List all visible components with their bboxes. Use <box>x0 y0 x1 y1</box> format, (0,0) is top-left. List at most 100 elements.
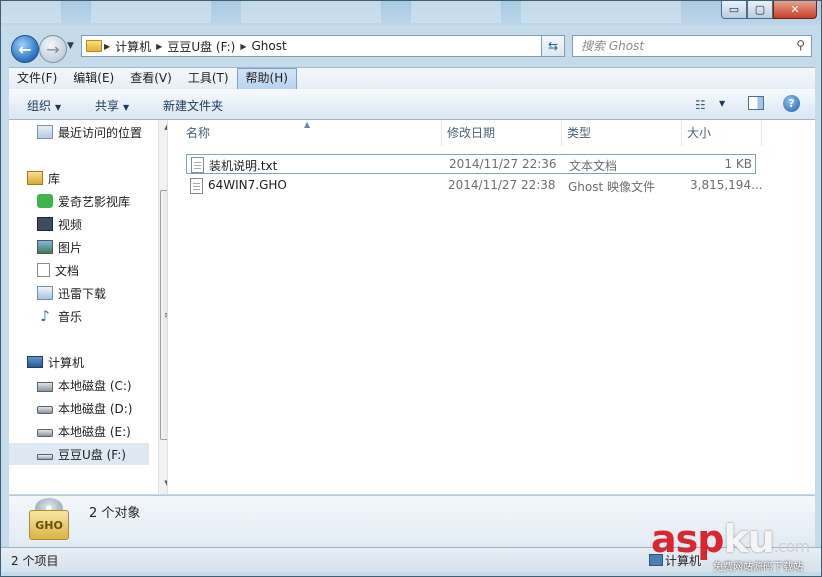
view-list-icon[interactable]: ☷ <box>695 98 706 112</box>
recent-pages-dropdown[interactable]: ▼ <box>67 41 74 51</box>
menu-bar: 文件(F) 编辑(E) 查看(V) 工具(T) 帮助(H) <box>9 67 815 90</box>
column-header-date[interactable]: 修改日期 <box>447 120 557 146</box>
arrow-right-icon: → <box>46 39 60 59</box>
organize-button[interactable]: 组织 ▼ <box>27 97 61 114</box>
selected-count: 2 个对象 <box>89 506 141 521</box>
usb-drive-icon <box>37 453 53 460</box>
chevron-down-icon: ▼ <box>123 103 130 112</box>
forward-button[interactable]: → <box>39 35 67 63</box>
file-date: 2014/11/27 22:38 <box>448 178 556 192</box>
watermark-com: .com <box>773 537 810 556</box>
column-header-name[interactable]: 名称 <box>186 120 436 146</box>
hard-drive-icon <box>37 406 53 414</box>
sidebar-item-xunlei[interactable]: 迅雷下载 <box>37 282 106 304</box>
file-date: 2014/11/27 22:36 <box>449 157 557 171</box>
share-button[interactable]: 共享 ▼ <box>95 97 129 114</box>
column-header-size[interactable]: 大小 <box>687 120 757 146</box>
watermark-asp: asp <box>651 517 724 561</box>
watermark-ku: ku <box>723 517 774 561</box>
sidebar-item-label: 迅雷下载 <box>58 286 107 301</box>
back-button[interactable]: ← <box>11 35 39 63</box>
sidebar-item-drive-d[interactable]: 本地磁盘 (D:) <box>37 397 132 419</box>
chevron-down-icon[interactable]: ▼ <box>719 99 725 108</box>
sidebar-item-label: 文档 <box>55 263 80 278</box>
search-icon[interactable]: ⚲ <box>796 38 805 52</box>
new-folder-button[interactable]: 新建文件夹 <box>163 97 223 114</box>
computer-icon <box>27 356 43 368</box>
sidebar-item-label: 音乐 <box>58 309 83 324</box>
chevron-right-icon[interactable]: ▶ <box>154 42 164 51</box>
chevron-right-icon[interactable]: ▶ <box>238 42 248 51</box>
menu-help[interactable]: 帮助(H) <box>236 68 297 90</box>
share-label: 共享 <box>95 99 120 113</box>
refresh-button[interactable]: ⇆ <box>541 35 565 57</box>
sidebar-item-label: 计算机 <box>48 355 85 370</box>
sidebar-item-computer[interactable]: 计算机 <box>27 351 84 373</box>
chevron-down-icon: ▼ <box>55 103 62 112</box>
library-icon <box>27 171 43 185</box>
sidebar-item-label: 本地磁盘 (D:) <box>58 401 133 416</box>
maximize-button[interactable]: ▢ <box>747 1 773 19</box>
file-list: ▲ 名称 修改日期 类型 大小 装机说明.txt 2014/11/27 22:3… <box>167 120 815 494</box>
sidebar-item-label: 最近访问的位置 <box>58 125 143 140</box>
sidebar-item-label: 本地磁盘 (C:) <box>58 378 132 393</box>
sidebar-item-drive-f[interactable]: 豆豆U盘 (F:) <box>9 443 149 465</box>
download-folder-icon <box>37 286 53 300</box>
title-bar[interactable]: ▭ ▢ ✕ <box>1 1 821 25</box>
sidebar-item-label: 视频 <box>58 217 83 232</box>
minimize-button[interactable]: ▭ <box>721 1 747 19</box>
video-icon <box>37 217 53 231</box>
menu-file[interactable]: 文件(F) <box>9 68 65 90</box>
iqiyi-icon <box>37 194 53 208</box>
refresh-icon: ⇆ <box>547 39 559 53</box>
file-name: 装机说明.txt <box>209 159 278 173</box>
file-row[interactable]: 64WIN7.GHO 2014/11/27 22:38 Ghost 映像文件 3… <box>186 176 763 196</box>
sidebar-item-recent[interactable]: 最近访问的位置 <box>37 121 142 143</box>
sidebar-item-label: 库 <box>48 171 61 186</box>
picture-icon <box>37 240 53 254</box>
file-row[interactable]: 装机说明.txt 2014/11/27 22:36 文本文档 1 KB <box>186 154 756 174</box>
preview-pane-button[interactable] <box>748 96 764 110</box>
close-button[interactable]: ✕ <box>773 1 817 19</box>
breadcrumb-computer[interactable]: 计算机 <box>112 38 154 55</box>
sidebar-item-library[interactable]: 库 <box>27 167 60 189</box>
menu-edit[interactable]: 编辑(E) <box>65 68 122 90</box>
help-button[interactable]: ? <box>783 95 800 112</box>
sidebar-item-drive-c[interactable]: 本地磁盘 (C:) <box>37 374 132 396</box>
sidebar-item-iqiyi[interactable]: 爱奇艺影视库 <box>37 190 130 212</box>
scrollbar-thumb[interactable]: ≡ <box>160 190 167 440</box>
sidebar-item-drive-e[interactable]: 本地磁盘 (E:) <box>37 420 131 442</box>
sidebar-scrollbar[interactable]: ▲ ≡ ▼ <box>158 120 167 494</box>
column-header-type[interactable]: 类型 <box>567 120 677 146</box>
recent-places-icon <box>37 125 53 139</box>
navigation-bar: ← → ▼ ▶ 计算机 ▶ 豆豆U盘 (F:) ▶ Ghost ⇆ ⚲ <box>1 25 821 67</box>
sidebar-item-documents[interactable]: 文档 <box>37 259 79 281</box>
navigation-pane: 最近访问的位置 库 爱奇艺影视库 视频 图片 文档 迅雷下载 ♪ 音乐 计算机 … <box>9 120 167 494</box>
sidebar-item-pictures[interactable]: 图片 <box>37 236 82 258</box>
file-size: 1 KB <box>724 157 752 171</box>
sidebar-item-label: 图片 <box>58 240 83 255</box>
menu-tools[interactable]: 工具(T) <box>180 68 237 90</box>
command-bar: 组织 ▼ 共享 ▼ 新建文件夹 ☷ ▼ ? <box>9 89 815 120</box>
sidebar-item-label: 本地磁盘 (E:) <box>58 424 131 439</box>
breadcrumb-ghost[interactable]: Ghost <box>248 39 289 53</box>
address-bar[interactable]: ▶ 计算机 ▶ 豆豆U盘 (F:) ▶ Ghost <box>81 35 543 57</box>
search-input[interactable] <box>581 37 781 55</box>
document-icon <box>37 263 50 277</box>
file-icon <box>190 178 203 194</box>
sidebar-item-label: 爱奇艺影视库 <box>58 194 131 209</box>
file-type: Ghost 映像文件 <box>568 180 656 194</box>
gho-file-icon: GHO <box>29 498 69 544</box>
menu-view[interactable]: 查看(V) <box>122 68 180 90</box>
chevron-right-icon[interactable]: ▶ <box>102 42 112 51</box>
file-type: 文本文档 <box>569 159 618 173</box>
item-count: 2 个项目 <box>11 554 59 568</box>
sidebar-item-label: 豆豆U盘 (F:) <box>58 447 126 462</box>
music-icon: ♪ <box>40 307 50 325</box>
explorer-window: ▭ ▢ ✕ ← → ▼ ▶ 计算机 ▶ 豆豆U盘 (F:) ▶ Ghost ⇆ … <box>0 0 822 577</box>
breadcrumb-usb-drive[interactable]: 豆豆U盘 (F:) <box>164 38 238 55</box>
arrow-left-icon: ← <box>18 39 32 59</box>
sidebar-item-music[interactable]: ♪ 音乐 <box>37 305 82 327</box>
file-name: 64WIN7.GHO <box>208 178 287 192</box>
sidebar-item-videos[interactable]: 视频 <box>37 213 82 235</box>
